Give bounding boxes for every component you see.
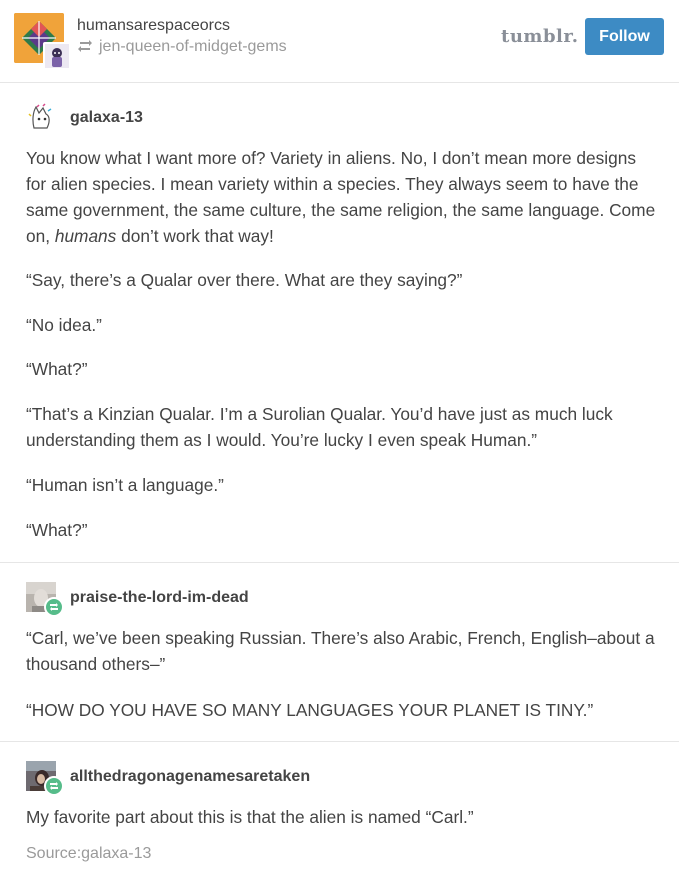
- source-link[interactable]: Source:galaxa-13: [26, 845, 151, 863]
- reblog-divider: [0, 741, 679, 742]
- paragraph-text: don’t work that way!: [116, 226, 274, 246]
- tumblr-logo[interactable]: tumblr.: [501, 26, 578, 47]
- post-paragraph: “No idea.”: [26, 315, 102, 335]
- username-link[interactable]: praise-the-lord-im-dead: [70, 589, 249, 607]
- post-paragraph: My favorite part about this is that the …: [26, 807, 474, 827]
- reblog-badge-icon: [44, 776, 64, 796]
- username-link[interactable]: allthedragonagenamesaretaken: [70, 768, 310, 786]
- post-paragraph: “Say, there’s a Qualar over there. What …: [26, 270, 463, 290]
- user-avatar[interactable]: [26, 102, 56, 132]
- post-paragraph: “Human isn’t a language.”: [26, 475, 224, 495]
- follow-button[interactable]: Follow: [585, 18, 664, 55]
- reblog-badge-icon: [44, 597, 64, 617]
- post-paragraph: “That’s a Kinzian Qualar. I’m a Surolian…: [26, 404, 613, 450]
- username-link[interactable]: galaxa-13: [70, 109, 143, 127]
- emphasis-text: humans: [54, 226, 117, 246]
- post-paragraph: “HOW DO YOU HAVE SO MANY LANGUAGES YOUR …: [26, 700, 594, 720]
- post-paragraph: “What?”: [26, 359, 88, 379]
- reblogged-from-avatar[interactable]: [43, 42, 71, 70]
- post-paragraph: “Carl, we’ve been speaking Russian. Ther…: [26, 628, 655, 674]
- post-paragraph: You know what I want more of? Variety in…: [26, 145, 656, 249]
- reblogged-from-link[interactable]: jen-queen-of-midget-gems: [99, 38, 287, 55]
- blog-name-link[interactable]: humansarespaceorcs: [77, 17, 230, 35]
- reblogged-from: jen-queen-of-midget-gems: [77, 38, 287, 56]
- reblog-divider: [0, 562, 679, 563]
- post-header: humansarespaceorcs jen-queen-of-midget-g…: [0, 0, 679, 83]
- post-paragraph: “What?”: [26, 520, 88, 540]
- reblog-icon: [77, 39, 93, 53]
